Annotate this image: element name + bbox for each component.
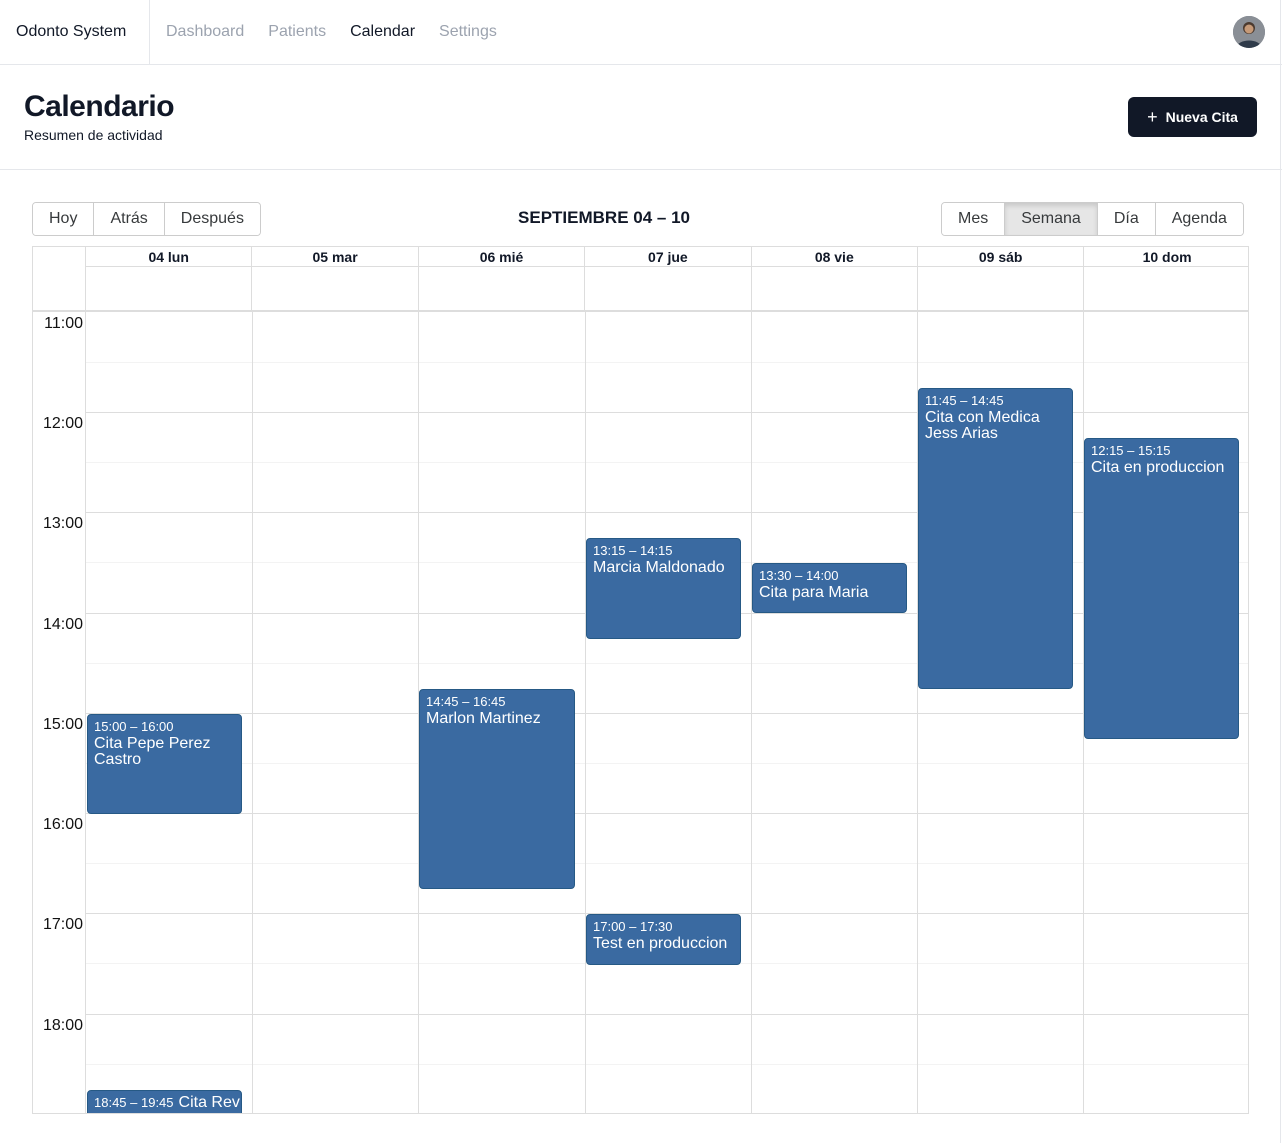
event-time: 17:00 – 17:30	[593, 919, 673, 934]
page-header: Calendario Resumen de actividad + Nueva …	[0, 65, 1282, 170]
view-week-button[interactable]: Semana	[1005, 203, 1098, 235]
event-title: Marlon Martinez	[426, 710, 541, 727]
hour-line	[86, 813, 1248, 814]
page-title: Calendario	[24, 90, 175, 123]
new-appointment-label: Nueva Cita	[1165, 109, 1238, 125]
user-avatar[interactable]	[1233, 16, 1265, 48]
calendar-event[interactable]: 15:00 – 16:00 Cita Pepe Perez Castro	[87, 714, 242, 814]
day-column-header[interactable]: 10 dom	[1084, 247, 1248, 310]
event-title: Marcia Maldonado	[593, 559, 725, 576]
nav-link-patients[interactable]: Patients	[268, 23, 326, 41]
nav-link-settings[interactable]: Settings	[439, 23, 497, 41]
nav-links: Dashboard Patients Calendar Settings	[166, 0, 497, 64]
half-hour-line	[86, 863, 1248, 864]
day-column-header[interactable]: 09 sáb	[918, 247, 1085, 310]
event-title: Cita en produccion	[1091, 459, 1225, 476]
time-slot-label: 17:00	[42, 916, 83, 933]
time-slot-label: 13:00	[42, 515, 83, 532]
nav-link-calendar[interactable]: Calendar	[350, 23, 415, 41]
nav-link-dashboard[interactable]: Dashboard	[166, 23, 244, 41]
time-gutter-header	[33, 247, 86, 310]
page-subtitle: Resumen de actividad	[24, 127, 163, 143]
time-slot-label: 11:00	[44, 315, 83, 332]
day-column-divider	[585, 312, 586, 1113]
calendar-event[interactable]: 12:15 – 15:15 Cita en produccion	[1084, 438, 1239, 739]
view-agenda-button[interactable]: Agenda	[1155, 203, 1243, 235]
calendar-event[interactable]: 11:45 – 14:45 Cita con Medica Jess Arias	[918, 388, 1073, 689]
event-time: 13:15 – 14:15	[593, 543, 673, 558]
view-switcher: Mes Semana Día Agenda	[941, 202, 1244, 236]
event-title: Cita Pepe Perez Castro	[94, 735, 211, 768]
calendar-event[interactable]: 17:00 – 17:30 Test en produccion	[586, 914, 741, 965]
day-header-label: 05 mar	[252, 247, 418, 267]
calendar-event[interactable]: 13:30 – 14:00 Cita para Maria	[752, 563, 907, 613]
hour-line	[86, 1014, 1248, 1015]
avatar-image	[1233, 16, 1265, 48]
today-button[interactable]: Hoy	[33, 203, 95, 235]
hour-line	[86, 412, 1248, 413]
day-header-label: 06 mié	[418, 247, 585, 267]
event-time: 15:00 – 16:00	[94, 719, 174, 734]
event-title: Cita Rev Salcedo	[178, 1094, 241, 1111]
page-edge-divider	[1280, 0, 1281, 1143]
view-day-button[interactable]: Día	[1097, 203, 1156, 235]
half-hour-line	[86, 763, 1248, 764]
hour-line	[86, 512, 1248, 513]
event-title: Cita para Maria	[759, 584, 869, 601]
time-slot-label: 14:00	[42, 616, 83, 633]
back-button[interactable]: Atrás	[94, 203, 165, 235]
new-appointment-button[interactable]: + Nueva Cita	[1128, 97, 1257, 137]
half-hour-line	[86, 462, 1248, 463]
day-column-divider	[751, 312, 752, 1113]
calendar-event[interactable]: 18:45 – 19:45 Cita Rev Salcedo	[87, 1090, 242, 1113]
brand-name[interactable]: Odonto System	[0, 0, 150, 64]
date-navigation-group: Hoy Atrás Después	[32, 202, 261, 236]
hour-line	[86, 713, 1248, 714]
event-time: 18:45 – 19:45	[94, 1095, 174, 1110]
calendar-event[interactable]: 13:15 – 14:15 Marcia Maldonado	[586, 538, 741, 639]
day-header-label: 08 vie	[751, 247, 917, 267]
view-month-button[interactable]: Mes	[942, 203, 1006, 235]
day-header-label: 10 dom	[1084, 247, 1248, 267]
calendar-header: 04 lun 05 mar 06 mié 07 jue 08 vie 09 sá…	[33, 247, 1248, 312]
day-header-label: 04 lun	[86, 247, 252, 267]
event-time: 13:30 – 14:00	[759, 568, 839, 583]
day-column-header[interactable]: 06 mié	[418, 247, 586, 310]
time-slot-label: 12:00	[42, 415, 83, 432]
calendar-event[interactable]: 14:45 – 16:45 Marlon Martinez	[419, 689, 575, 889]
calendar-time-grid[interactable]: 11:00 12:00 13:00 14:00 15:00 16:00 17:0…	[33, 312, 1248, 1113]
day-column-header[interactable]: 07 jue	[585, 247, 752, 310]
top-navbar: Odonto System Dashboard Patients Calenda…	[0, 0, 1282, 65]
next-button[interactable]: Después	[164, 203, 260, 235]
event-title: Test en produccion	[593, 935, 728, 952]
event-title: Cita con Medica Jess Arias	[925, 409, 1040, 442]
event-time: 11:45 – 14:45	[925, 393, 1004, 408]
time-slot-label: 16:00	[42, 816, 83, 833]
event-time: 12:15 – 15:15	[1091, 443, 1171, 458]
half-hour-line	[86, 663, 1248, 664]
time-slot-label: 15:00	[42, 716, 83, 733]
day-header-label: 07 jue	[585, 247, 751, 267]
week-calendar: 04 lun 05 mar 06 mié 07 jue 08 vie 09 sá…	[32, 246, 1249, 1114]
half-hour-line	[86, 1064, 1248, 1065]
plus-icon: +	[1147, 107, 1158, 127]
day-header-label: 09 sáb	[918, 247, 1084, 267]
day-column-header[interactable]: 04 lun	[86, 247, 253, 310]
day-column-header[interactable]: 05 mar	[252, 247, 419, 310]
day-column-divider	[252, 312, 253, 1113]
date-range-label: SEPTIEMBRE 04 – 10	[518, 208, 690, 227]
day-column-header[interactable]: 08 vie	[751, 247, 918, 310]
event-time: 14:45 – 16:45	[426, 694, 506, 709]
half-hour-line	[86, 362, 1248, 363]
time-slot-label: 18:00	[42, 1017, 83, 1034]
